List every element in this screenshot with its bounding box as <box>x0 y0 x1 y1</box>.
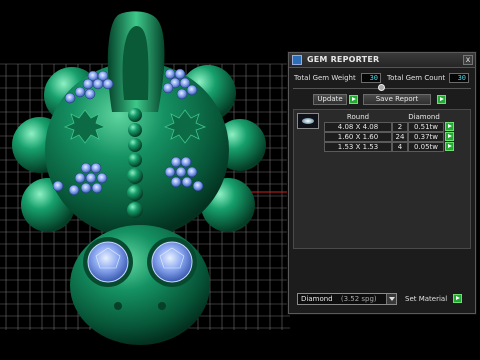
table-row-weight: 0.05tw <box>408 142 444 152</box>
table-row-weight: 0.51tw <box>408 122 444 132</box>
update-arrow-icon[interactable] <box>349 95 358 104</box>
save-report-arrow-icon[interactable] <box>437 95 446 104</box>
column-header-shape: Round <box>346 113 370 121</box>
table-row-size: 1.53 X 1.53 <box>324 142 392 152</box>
chevron-down-icon[interactable] <box>386 294 396 304</box>
material-select-value: Diamond <box>301 295 333 303</box>
gem-thumbnail-icon <box>297 113 319 129</box>
total-gem-count-field: 30 <box>449 73 469 83</box>
set-material-arrow-icon[interactable] <box>453 294 462 303</box>
panel-slider-knob[interactable] <box>378 84 385 91</box>
gem-reporter-panel: GEM REPORTER x Total Gem Weight 30 Total… <box>288 52 476 314</box>
row-select-arrow-icon[interactable] <box>445 132 454 141</box>
panel-titlebar[interactable]: GEM REPORTER x <box>289 53 475 68</box>
material-select[interactable]: Diamond (3.52 spg) <box>297 293 397 305</box>
material-select-detail: (3.52 spg) <box>340 295 377 303</box>
table-row-count: 24 <box>392 132 408 142</box>
total-gem-count-label: Total Gem Count <box>387 74 446 82</box>
table-row-count: 4 <box>392 142 408 152</box>
update-button[interactable]: Update <box>313 94 347 105</box>
table-row-size: 4.08 X 4.08 <box>324 122 392 132</box>
gem-table: Round Diamond 4.08 X 4.08 2 0.51tw 1.60 … <box>293 109 471 249</box>
close-button[interactable]: x <box>463 55 473 65</box>
app-icon <box>292 55 302 65</box>
total-gem-weight-field: 30 <box>361 73 381 83</box>
panel-title: GEM REPORTER <box>307 55 380 64</box>
table-row-size: 1.60 X 1.60 <box>324 132 392 142</box>
table-row-weight: 0.37tw <box>408 132 444 142</box>
column-header-material: Diamond <box>408 113 440 121</box>
row-select-arrow-icon[interactable] <box>445 142 454 151</box>
row-select-arrow-icon[interactable] <box>445 122 454 131</box>
total-gem-weight-label: Total Gem Weight <box>294 74 356 82</box>
table-row-count: 2 <box>392 122 408 132</box>
model-head <box>70 225 210 345</box>
set-material-label[interactable]: Set Material <box>405 294 447 304</box>
save-report-button[interactable]: Save Report <box>363 94 431 105</box>
